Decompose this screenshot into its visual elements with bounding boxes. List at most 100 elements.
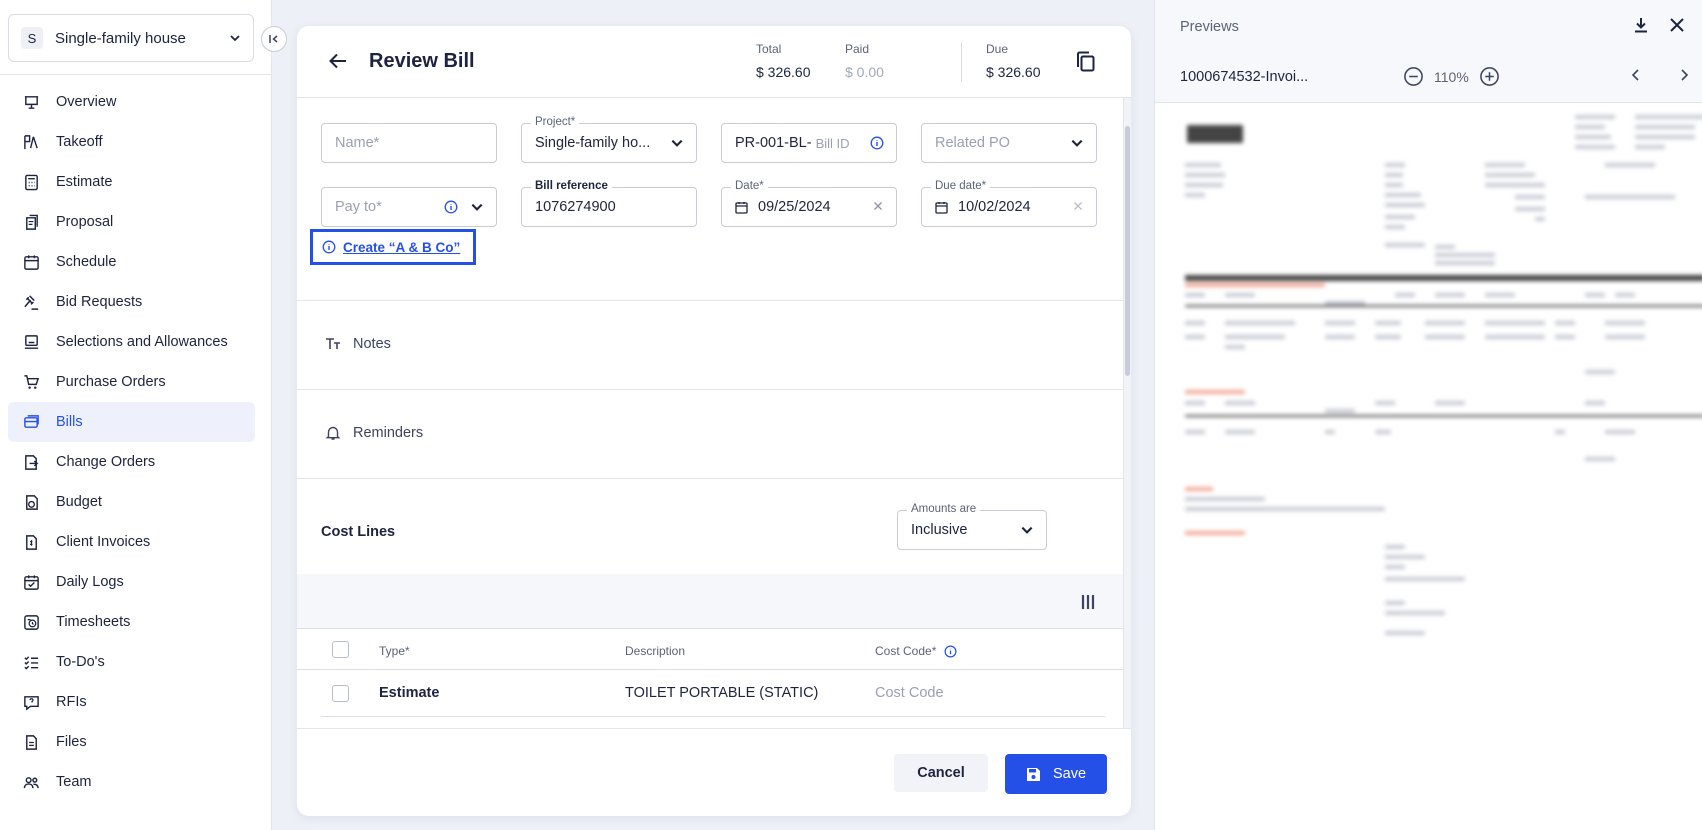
date-field[interactable]: Date* 09/25/2024 — [721, 180, 897, 227]
preview-blur-line — [1185, 293, 1205, 297]
sidebar-item-purchase-orders[interactable]: Purchase Orders — [8, 362, 255, 402]
preview-blur-line — [1555, 430, 1565, 434]
presentation-icon — [22, 93, 40, 111]
sidebar-item-timesheets[interactable]: Timesheets — [8, 602, 255, 642]
preview-blur-line — [1185, 430, 1205, 434]
cancel-button[interactable]: Cancel — [894, 754, 988, 792]
scroll-thumb[interactable] — [1125, 126, 1130, 376]
preview-blur-line — [1555, 321, 1575, 325]
section-divider — [297, 389, 1123, 390]
row-checkbox[interactable] — [332, 685, 349, 702]
preview-blur-line — [1385, 203, 1425, 207]
close-icon[interactable] — [1668, 16, 1686, 34]
project-value: Single-family ho... — [535, 135, 651, 151]
chevron-left-icon[interactable] — [1629, 68, 1643, 82]
save-button[interactable]: Save — [1005, 754, 1107, 794]
sidebar-item-schedule[interactable]: Schedule — [8, 242, 255, 282]
section-divider — [297, 478, 1123, 479]
notes-section[interactable]: Notes — [325, 336, 391, 352]
preview-blur-line — [1635, 115, 1702, 119]
back-arrow-icon[interactable] — [327, 50, 349, 72]
preview-blur-line — [1225, 321, 1295, 325]
collapse-sidebar-button[interactable] — [261, 26, 287, 52]
sidebar-item-takeoff[interactable]: Takeoff — [8, 122, 255, 162]
takeoff-icon — [22, 133, 40, 151]
copy-icon[interactable] — [1075, 50, 1097, 74]
preview-blur-line — [1385, 225, 1405, 229]
col-cost-code-label: Cost Code* — [875, 644, 937, 658]
preview-blur-line — [1185, 507, 1385, 511]
clear-icon[interactable] — [1072, 200, 1084, 212]
sidebar-item-client-invoices[interactable]: Client Invoices — [8, 522, 255, 562]
sidebar-item-label: Purchase Orders — [56, 374, 166, 390]
change-icon — [22, 453, 40, 471]
select-all-checkbox[interactable] — [332, 641, 349, 658]
sidebar-divider — [0, 74, 272, 75]
sidebar-item-bid-requests[interactable]: Bid Requests — [8, 282, 255, 322]
preview-blur-line — [1485, 183, 1545, 187]
preview-blur-line — [1375, 430, 1391, 434]
pay-to-field[interactable]: Pay to* — [321, 187, 497, 227]
preview-blur-line — [1575, 135, 1611, 139]
preview-blur-line — [1635, 145, 1665, 149]
download-icon[interactable] — [1632, 16, 1650, 34]
row-cost-code[interactable]: Cost Code — [875, 685, 944, 701]
amounts-are-label: Amounts are — [907, 503, 981, 515]
sidebar-item-budget[interactable]: Budget — [8, 482, 255, 522]
preview-blur-line — [1185, 401, 1205, 405]
sidebar-item-overview[interactable]: Overview — [8, 82, 255, 122]
row-description: TOILET PORTABLE (STATIC) — [625, 685, 819, 701]
sidebar-item-files[interactable]: Files — [8, 722, 255, 762]
amounts-are-select[interactable]: Amounts are Inclusive — [897, 503, 1047, 550]
project-field[interactable]: Project* Single-family ho... — [521, 116, 697, 163]
preview-blur-line — [1615, 293, 1635, 297]
collapse-left-icon — [269, 35, 278, 43]
sidebar-item-daily-logs[interactable]: Daily Logs — [8, 562, 255, 602]
sidebar-item-change-orders[interactable]: Change Orders — [8, 442, 255, 482]
zoom-out-icon[interactable] — [1403, 66, 1424, 87]
create-vendor-link[interactable]: Create “A & B Co” — [310, 229, 476, 265]
sidebar-item-label: Daily Logs — [56, 574, 124, 590]
reminders-section[interactable]: Reminders — [325, 425, 423, 441]
table-row[interactable]: Estimate TOILET PORTABLE (STATIC) Cost C… — [321, 671, 1105, 717]
bill-reference-field[interactable]: Bill reference 1076274900 — [521, 180, 697, 227]
zoom-in-icon[interactable] — [1479, 66, 1500, 87]
preview-blur-line — [1585, 370, 1615, 374]
bill-reference-value: 1076274900 — [535, 199, 616, 215]
sidebar-item-bills[interactable]: Bills — [8, 402, 255, 442]
table-toolbar — [297, 574, 1123, 629]
columns-icon[interactable] — [1080, 594, 1096, 610]
chevron-down-icon — [1021, 526, 1033, 534]
name-field[interactable]: Name* — [321, 123, 497, 163]
calendar-icon — [935, 201, 948, 214]
paid-value: $ 0.00 — [845, 64, 884, 80]
sidebar-item-estimate[interactable]: Estimate — [8, 162, 255, 202]
due-date-field[interactable]: Due date* 10/02/2024 — [921, 180, 1097, 227]
panel-scrollbar[interactable] — [1123, 98, 1131, 728]
chevron-right-icon[interactable] — [1677, 68, 1691, 82]
preview-blur-line — [1555, 335, 1575, 339]
sidebar-item-label: Budget — [56, 494, 102, 510]
project-name: Single-family house — [55, 29, 186, 47]
preview-blur-line — [1385, 611, 1445, 615]
preview-blur-line — [1375, 335, 1401, 339]
zoom-controls: 110% — [1403, 66, 1500, 87]
sidebar-item-to-do-s[interactable]: To-Do's — [8, 642, 255, 682]
preview-blur-line — [1385, 243, 1425, 247]
sidebar-item-team[interactable]: Team — [8, 762, 255, 802]
preview-blur-line — [1425, 335, 1465, 339]
related-po-field[interactable]: Related PO — [921, 123, 1097, 163]
calculator-icon — [22, 173, 40, 191]
sidebar-item-rfis[interactable]: RFIs — [8, 682, 255, 722]
bill-id-field[interactable]: PR-001-BL- Bill ID — [721, 123, 897, 163]
due-date-value: 10/02/2024 — [958, 199, 1031, 215]
preview-blur-line — [1485, 293, 1515, 297]
sidebar-item-selections-and-allowances[interactable]: Selections and Allowances — [8, 322, 255, 362]
preview-blur-line — [1385, 173, 1403, 177]
sidebar-item-proposal[interactable]: Proposal — [8, 202, 255, 242]
cart-icon — [22, 373, 40, 391]
paid-label: Paid — [845, 42, 870, 56]
project-selector[interactable]: S Single-family house — [8, 14, 254, 62]
preview-blur-line — [1585, 401, 1605, 405]
clear-icon[interactable] — [872, 200, 884, 212]
